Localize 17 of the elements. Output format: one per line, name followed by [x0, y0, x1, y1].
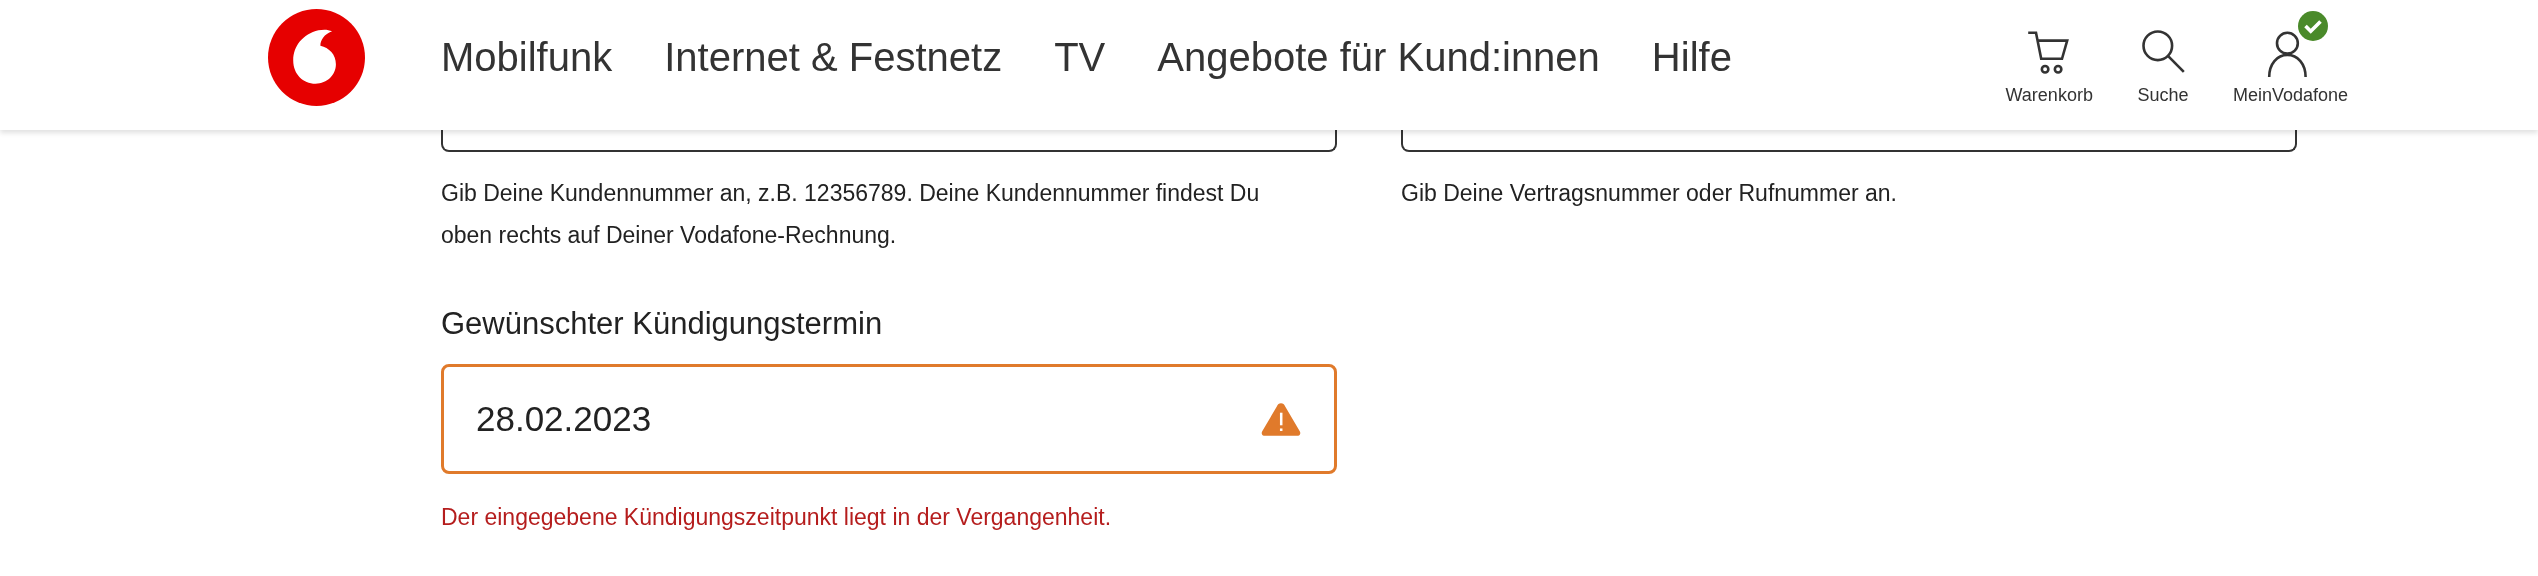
error-message: Der eingegebene Kündigungszeitpunkt liegt in der Vergangenheit. [441, 504, 1113, 531]
input-field[interactable] [1401, 130, 2297, 152]
warning-icon [1260, 401, 1302, 437]
nav-link[interactable]: Mobilfunk [441, 34, 613, 80]
account-button[interactable]: MeinVodafone [2232, 8, 2348, 106]
input-field[interactable] [441, 130, 1337, 152]
nav-link[interactable]: Angebote für Kund:innen [1157, 34, 1600, 80]
nav-link[interactable]: Internet & Festnetz [664, 34, 1003, 80]
date-field[interactable]: 28.02.2023 [441, 364, 1337, 474]
search-button[interactable]: Suche [2136, 8, 2189, 106]
hint-text: Gib Deine Vertragsnummer oder Rufnummer an. [1401, 179, 1898, 208]
nav-link[interactable]: TV [1054, 34, 1106, 80]
field-label: Gewünschter Kündigungstermin [441, 306, 884, 342]
nav-link[interactable]: Hilfe [1651, 34, 1732, 80]
cart-button[interactable]: Warenkorb [2005, 8, 2093, 106]
logo-icon[interactable] [268, 8, 365, 106]
hint-text: Gib Deine Kundennummer an, z.B. 12356789. Deine Kundennummer findest Du oben rechts auf Deiner Vodafone-Rechnung. [441, 179, 1261, 250]
